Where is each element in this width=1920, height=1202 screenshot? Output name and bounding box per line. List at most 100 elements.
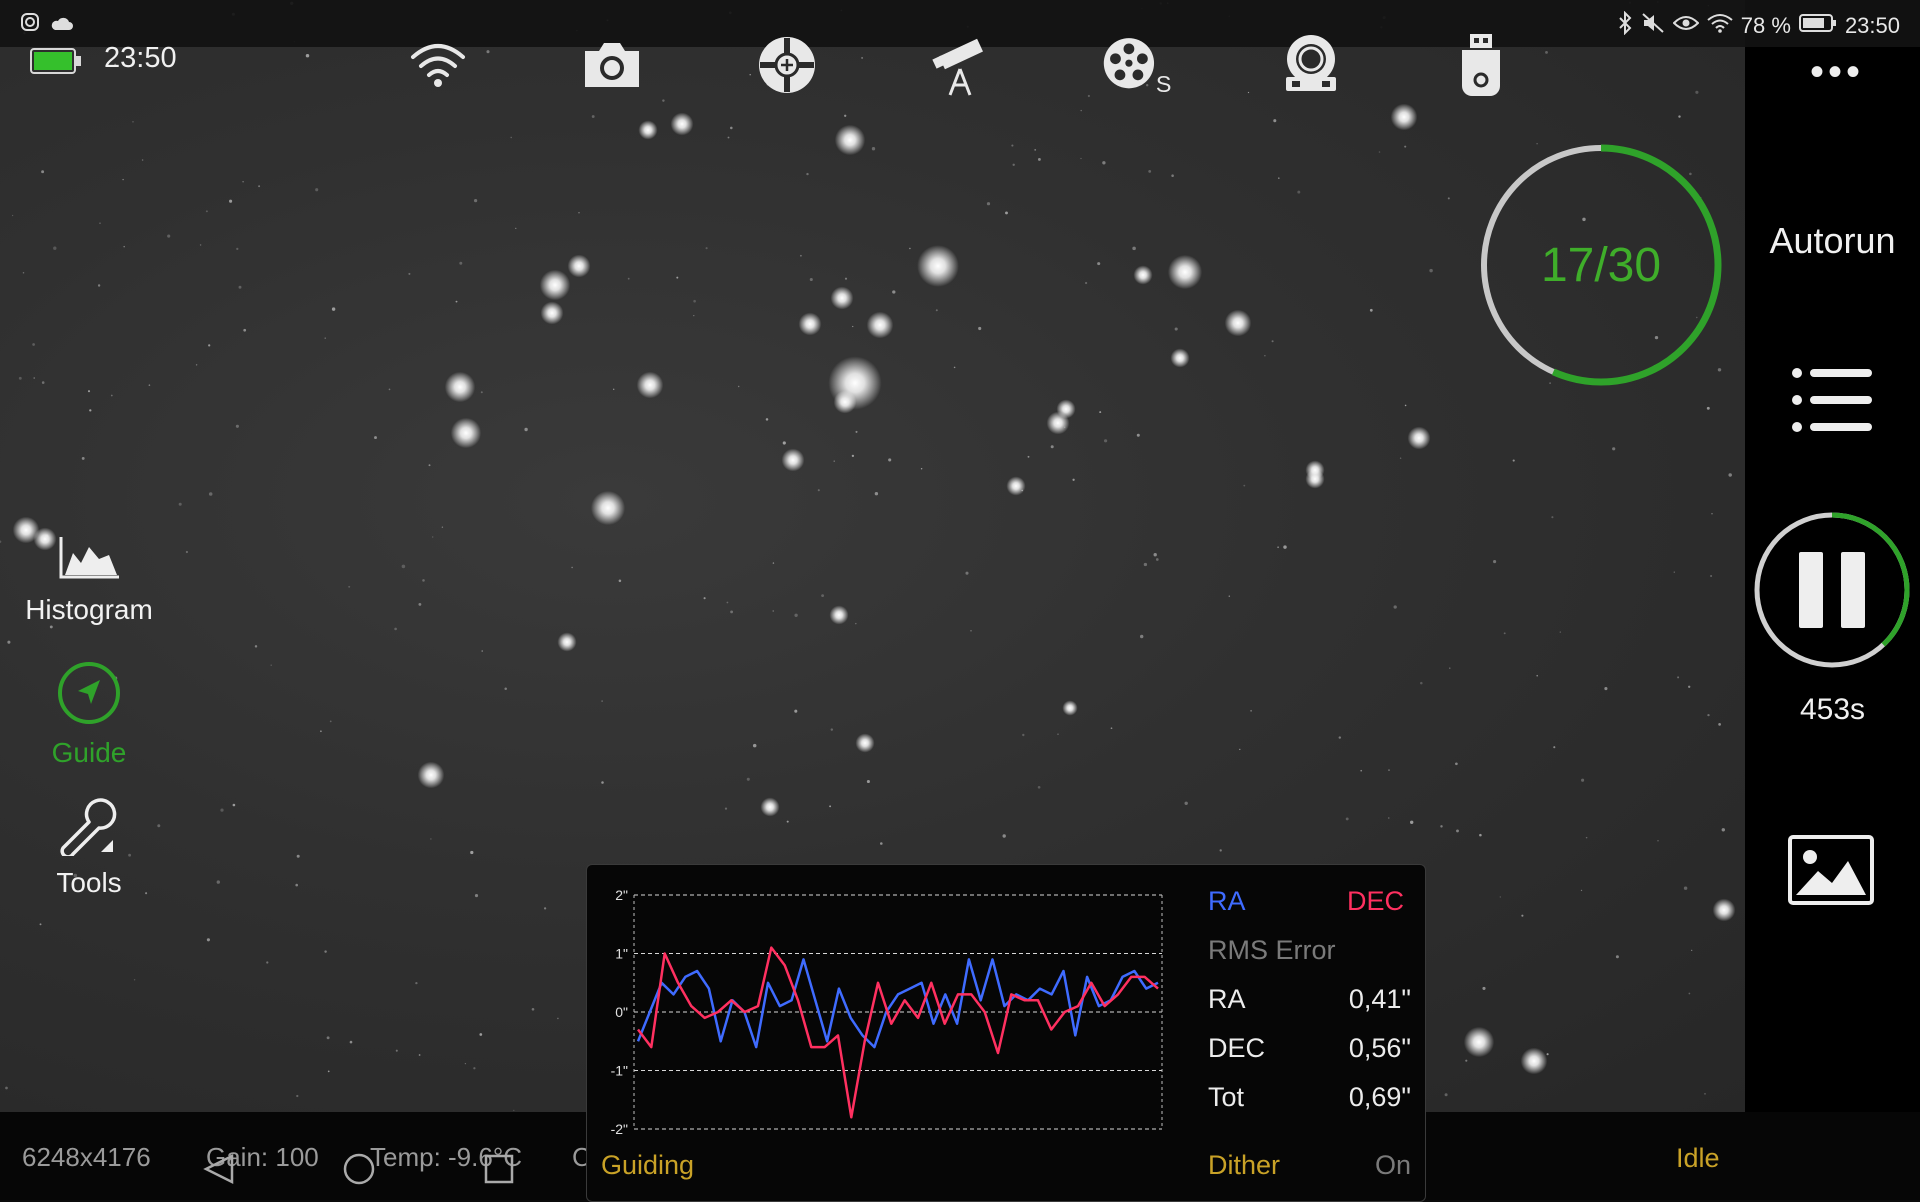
recents-icon[interactable] [484,1154,514,1184]
faint-star [1479,833,1482,837]
camera-icon[interactable] [577,30,647,100]
faint-star [430,838,432,840]
histogram-button[interactable]: Histogram [0,533,178,626]
faint-star [1449,667,1451,669]
faint-star [1604,687,1608,691]
guiding-panel[interactable]: 2" 1" 0" -1" -2" RA DEC RMS Error RA 0,41" D… [586,864,1426,1202]
faint-star [1683,886,1688,890]
faint-star [965,571,969,575]
faint-star [1706,406,1710,410]
faint-star [1399,457,1402,459]
faint-star [830,728,834,731]
faint-star [1103,439,1108,443]
sequence-progress-text: 17/30 [1540,238,1662,292]
pause-button[interactable] [1752,510,1912,675]
faint-star [730,126,733,130]
faint-star [513,1109,515,1112]
faint-star [833,460,835,462]
faint-star [705,247,708,250]
faint-star [331,307,336,311]
faint-star [296,1094,299,1098]
faint-star [727,136,730,139]
faint-star [254,645,258,648]
faint-star [123,245,125,248]
faint-star [1455,762,1458,766]
faint-star [1546,1053,1549,1056]
faint-star [693,315,695,317]
faint-star [441,526,444,528]
guide-button[interactable]: Guide [0,660,178,769]
bright-star [798,312,822,336]
guide-scope-icon[interactable] [752,30,822,100]
faint-star [1097,262,1101,266]
focuser-icon[interactable] [1276,30,1346,100]
faint-star [232,803,236,807]
faint-star [133,979,136,981]
faint-star [874,492,879,496]
faint-star [41,381,45,384]
faint-star [1691,949,1693,951]
faint-star [1393,605,1397,609]
faint-star [1657,840,1659,842]
faint-star [571,566,573,569]
y-tick-label: 2" [615,887,628,903]
bright-star [855,733,875,753]
bright-star [1170,348,1190,368]
faint-star [557,1017,559,1020]
list-icon [1792,368,1872,432]
faint-star [11,214,14,217]
faint-star [1728,473,1732,477]
more-options-button[interactable]: ••• [1810,50,1864,95]
dither-value[interactable]: On [1375,1150,1411,1181]
home-icon[interactable] [343,1153,375,1185]
faint-star [401,564,406,569]
bright-star [670,112,694,136]
faint-star [422,579,425,582]
faint-star [1493,560,1497,564]
faint-star [258,185,261,188]
autorun-label[interactable]: Autorun [1745,220,1920,262]
faint-star [510,136,512,139]
faint-star [888,458,892,462]
faint-star [953,366,956,369]
faint-star [1002,834,1006,838]
faint-star [1037,785,1041,789]
faint-star [752,743,757,748]
gallery-button[interactable] [1788,835,1874,910]
faint-star [1678,115,1681,118]
usb-storage-icon[interactable] [1446,30,1516,100]
faint-star [167,234,171,238]
faint-star [515,227,517,230]
guide-label: Guide [51,737,127,768]
faint-star [1139,634,1144,639]
faint-star [1388,769,1390,771]
faint-star [1447,197,1450,200]
faint-star [22,272,25,274]
back-icon[interactable] [203,1153,234,1185]
sequence-list-button[interactable] [1790,365,1874,440]
faint-star [1581,778,1585,782]
faint-star [1184,801,1188,805]
telescope-mount-icon[interactable] [927,30,997,100]
faint-star [1297,190,1301,194]
faint-star [1171,174,1174,177]
faint-star [1110,727,1113,730]
wifi-icon[interactable] [403,30,473,100]
rms-total-value: 0,69" [1348,1082,1411,1112]
y-tick-label: 0" [615,1004,628,1020]
faint-star [524,427,528,432]
bright-star [833,390,857,414]
faint-star [459,261,463,265]
bright-star [417,761,445,789]
bright-star [1006,476,1026,496]
filter-wheel-icon[interactable]: S [1102,30,1172,100]
faint-star [295,883,298,887]
camera-state: Idle [1676,1143,1720,1173]
faint-star [1580,889,1583,892]
tools-button[interactable]: Tools [0,792,178,899]
bright-star [1712,898,1736,922]
faint-star [1721,828,1726,832]
faint-star [1553,746,1556,749]
dither-label[interactable]: Dither [1208,1150,1280,1181]
faint-star [238,285,242,289]
